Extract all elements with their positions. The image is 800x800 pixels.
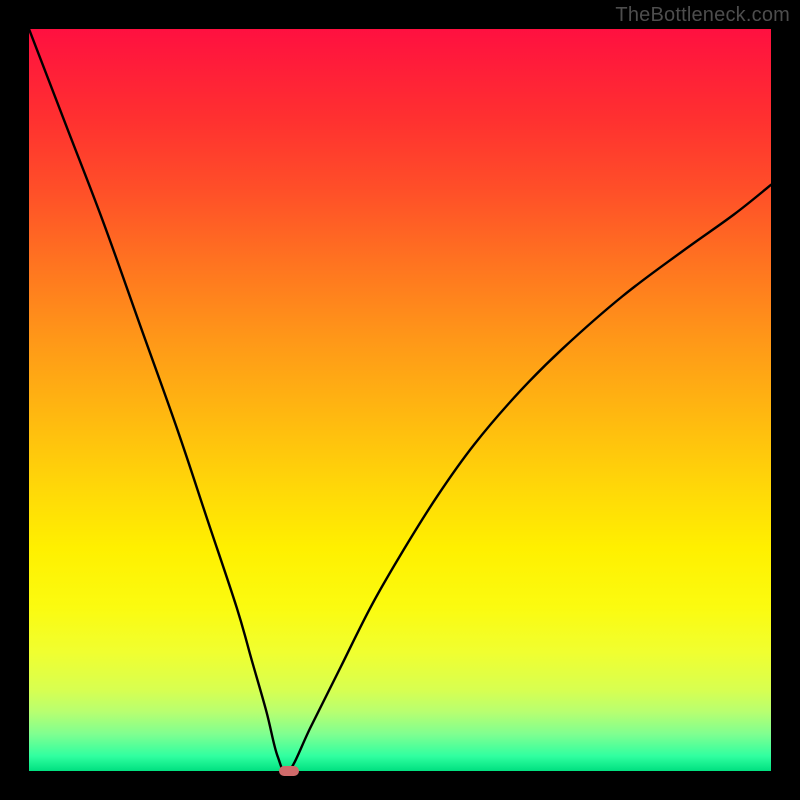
bottleneck-curve <box>29 29 771 771</box>
chart-frame: TheBottleneck.com <box>0 0 800 800</box>
minimum-point-marker <box>279 766 299 776</box>
plot-area <box>29 29 771 771</box>
watermark-text: TheBottleneck.com <box>615 4 790 27</box>
